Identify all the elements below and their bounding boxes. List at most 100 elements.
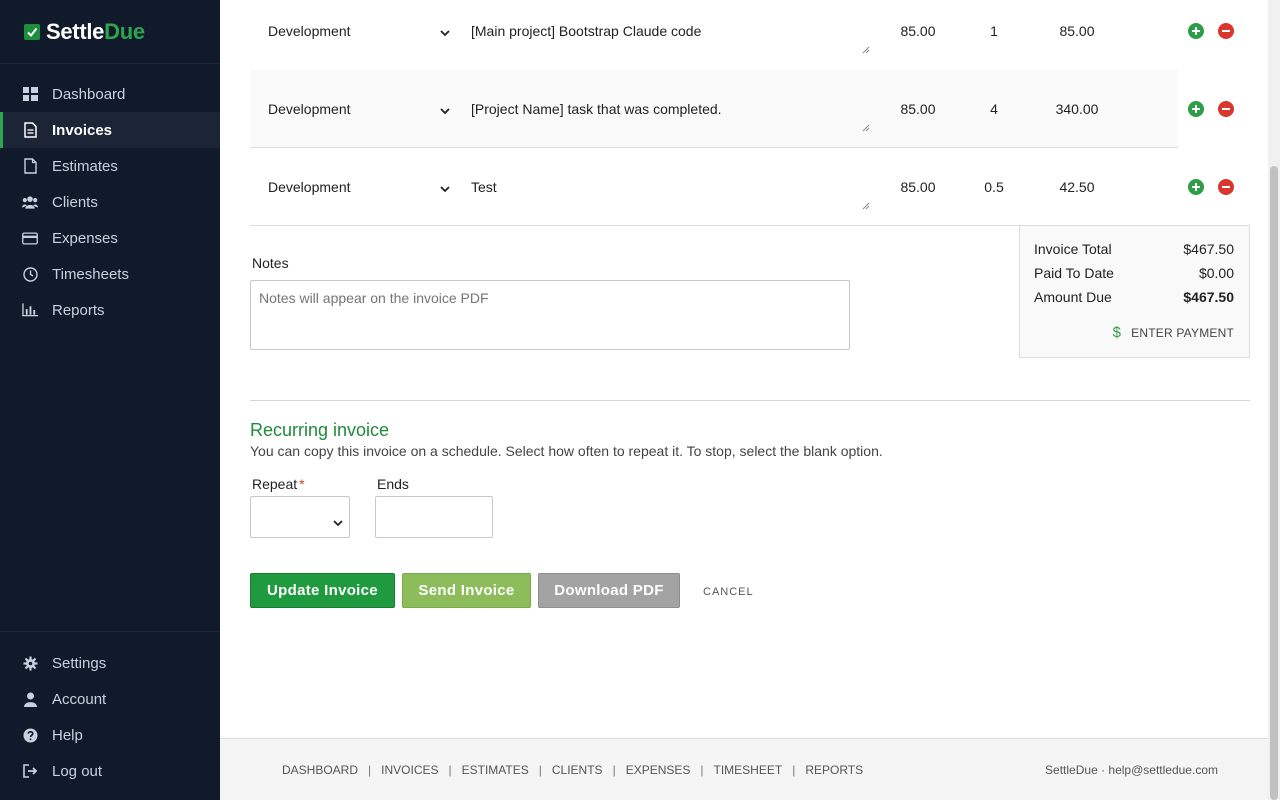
sidebar-item-label: Clients (52, 193, 98, 211)
logout-icon (22, 763, 38, 779)
resize-handle-icon[interactable] (862, 41, 870, 57)
notes-field[interactable] (250, 280, 850, 350)
quantity-field[interactable]: 1 (968, 0, 1020, 62)
footer-link-reports[interactable]: REPORTS (805, 763, 863, 777)
invoice-total-value: $467.50 (1183, 241, 1234, 257)
ends-date-field[interactable] (375, 496, 493, 538)
amount-value: 340.00 (1055, 101, 1099, 117)
sidebar-item-logout[interactable]: Log out (0, 753, 220, 789)
remove-row-icon[interactable] (1218, 101, 1234, 117)
footer-link-dashboard[interactable]: DASHBOARD (282, 763, 358, 777)
line-item-row: Development Test 85.00 0.5 42.50 (250, 148, 1234, 226)
rate-value: 85.00 (900, 179, 936, 195)
footer-link-expenses[interactable]: EXPENSES (626, 763, 691, 777)
download-pdf-button[interactable]: Download PDF (538, 573, 680, 608)
rate-field[interactable]: 85.00 (890, 0, 946, 62)
sidebar-item-label: Help (52, 726, 83, 744)
sidebar-item-label: Estimates (52, 157, 118, 175)
footer-link-timesheet[interactable]: TIMESHEET (714, 763, 783, 777)
sidebar-item-dashboard[interactable]: Dashboard (0, 76, 220, 112)
paid-to-date-label: Paid To Date (1034, 265, 1114, 281)
remove-row-icon[interactable] (1218, 23, 1234, 39)
rate-field[interactable]: 85.00 (890, 156, 946, 218)
paid-to-date-value: $0.00 (1198, 265, 1234, 281)
chart-icon (22, 302, 38, 318)
sidebar-item-reports[interactable]: Reports (0, 292, 220, 328)
chevron-down-icon[interactable] (440, 180, 450, 196)
category-select[interactable]: Development (268, 0, 458, 62)
sidebar-item-account[interactable]: Account (0, 681, 220, 717)
clock-icon (22, 266, 38, 282)
quantity-value: 1 (990, 23, 998, 39)
rate-field[interactable]: 85.00 (890, 78, 946, 140)
update-invoice-button[interactable]: Update Invoice (250, 573, 395, 608)
sidebar-item-label: Invoices (52, 121, 113, 139)
footer-links: DASHBOARD | INVOICES | ESTIMATES | CLIEN… (282, 763, 863, 777)
footer-separator: | (612, 763, 616, 777)
category-value: Development (268, 179, 351, 195)
footer-link-estimates[interactable]: ESTIMATES (462, 763, 529, 777)
add-row-icon[interactable] (1188, 23, 1204, 39)
description-value: [Project Name] task that was completed. (471, 101, 722, 117)
rate-value: 85.00 (900, 101, 936, 117)
category-select[interactable]: Development (268, 78, 458, 140)
brand-name: SettleDue (46, 19, 145, 45)
sidebar-item-clients[interactable]: Clients (0, 184, 220, 220)
category-value: Development (268, 101, 351, 117)
sidebar-item-settings[interactable]: Settings (0, 645, 220, 681)
cancel-link[interactable]: CANCEL (703, 586, 754, 598)
brand-logo[interactable]: SettleDue (0, 0, 220, 64)
description-field[interactable]: Test (471, 156, 871, 218)
brand-name-part1: Settle (46, 18, 105, 44)
description-field[interactable]: [Project Name] task that was completed. (471, 78, 871, 140)
resize-handle-icon[interactable] (862, 197, 870, 213)
quantity-field[interactable]: 4 (968, 78, 1020, 140)
footer-link-invoices[interactable]: INVOICES (381, 763, 438, 777)
sidebar-item-estimates[interactable]: Estimates (0, 148, 220, 184)
sidebar: SettleDue Dashboard Invoices Estimates C… (0, 0, 220, 800)
chevron-down-icon[interactable] (440, 24, 450, 40)
remove-row-icon[interactable] (1218, 179, 1234, 195)
add-row-icon[interactable] (1188, 179, 1204, 195)
chevron-down-icon (333, 514, 343, 530)
enter-payment-button[interactable]: $ ENTER PAYMENT (1113, 324, 1234, 341)
sidebar-item-expenses[interactable]: Expenses (0, 220, 220, 256)
recurring-title: Recurring invoice (250, 420, 390, 440)
quantity-value: 0.5 (984, 179, 1004, 195)
amount-due-row: Amount Due $467.50 (1034, 289, 1234, 305)
amount-value: 42.50 (1059, 179, 1095, 195)
recurring-help-text: You can copy this invoice on a schedule.… (250, 443, 883, 459)
main-nav: Dashboard Invoices Estimates Clients Exp… (0, 64, 220, 328)
footer-separator: | (792, 763, 796, 777)
resize-handle-icon[interactable] (862, 119, 870, 135)
repeat-select[interactable] (250, 496, 350, 538)
send-invoice-button[interactable]: Send Invoice (402, 573, 531, 608)
notes-label: Notes (252, 255, 289, 271)
category-value: Development (268, 23, 351, 39)
section-divider (250, 400, 1250, 401)
sidebar-item-timesheets[interactable]: Timesheets (0, 256, 220, 292)
totals-panel: Invoice Total $467.50 Paid To Date $0.00… (1019, 225, 1250, 358)
sidebar-item-label: Timesheets (52, 265, 129, 283)
estimate-icon (22, 158, 38, 174)
chevron-down-icon[interactable] (440, 102, 450, 118)
clients-icon (22, 194, 38, 210)
sidebar-item-help[interactable]: Help (0, 717, 220, 753)
category-select[interactable]: Development (268, 156, 458, 218)
secondary-nav: Settings Account Help Log out (0, 631, 220, 789)
description-field[interactable]: [Main project] Bootstrap Claude code (471, 0, 871, 62)
sidebar-item-invoices[interactable]: Invoices (0, 112, 220, 148)
invoice-icon (22, 122, 38, 138)
main-content: Development [Main project] Bootstrap Cla… (220, 0, 1280, 800)
scrollbar-thumb[interactable] (1270, 166, 1278, 800)
user-icon (22, 691, 38, 707)
description-value: [Main project] Bootstrap Claude code (471, 23, 702, 39)
vertical-scrollbar[interactable] (1268, 0, 1280, 800)
footer-contact[interactable]: SettleDue · help@settledue.com (1045, 763, 1218, 777)
sidebar-item-label: Reports (52, 301, 105, 319)
description-value: Test (471, 179, 497, 195)
add-row-icon[interactable] (1188, 101, 1204, 117)
footer-link-clients[interactable]: CLIENTS (552, 763, 603, 777)
quantity-field[interactable]: 0.5 (968, 156, 1020, 218)
paid-to-date-row: Paid To Date $0.00 (1034, 265, 1234, 281)
